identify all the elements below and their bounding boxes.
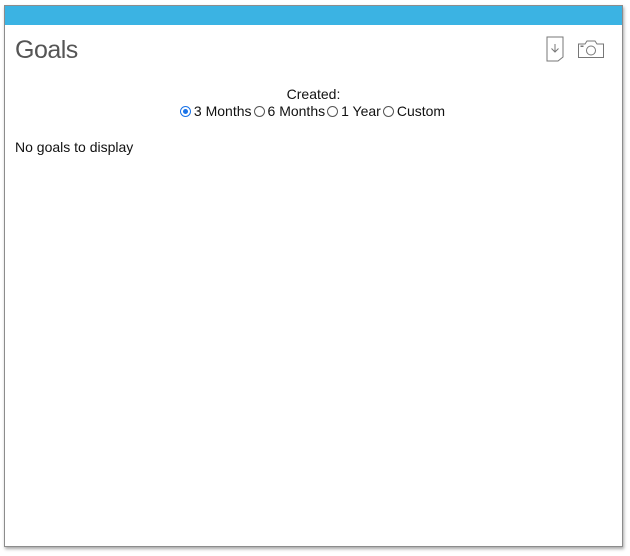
radio-button[interactable] — [327, 105, 339, 117]
empty-state-message: No goals to display — [15, 139, 134, 155]
radio-option-custom[interactable]: Custom — [382, 102, 446, 120]
radio-option-3-months[interactable]: 3 Months — [179, 102, 252, 120]
radio-button[interactable] — [179, 105, 191, 117]
download-icon[interactable] — [545, 36, 565, 67]
radio-button[interactable] — [382, 105, 394, 117]
created-filter: Created: 3 Months 6 Months 1 Year Custom — [5, 86, 622, 120]
radio-option-6-months[interactable]: 6 Months — [253, 102, 326, 120]
radio-group: 3 Months 6 Months 1 Year Custom — [179, 102, 447, 120]
camera-icon[interactable] — [577, 39, 605, 64]
header-bar — [5, 6, 622, 25]
radio-label: Custom — [396, 103, 446, 119]
filter-label: Created: — [286, 86, 341, 102]
goals-panel: Goals Created: 3 Months 6 Months 1 Year … — [4, 5, 623, 547]
radio-label: 1 Year — [341, 103, 381, 119]
radio-button[interactable] — [253, 105, 265, 117]
panel-title: Goals — [15, 36, 78, 64]
radio-label: 3 Months — [193, 103, 252, 119]
radio-option-1-year[interactable]: 1 Year — [327, 102, 381, 120]
radio-label: 6 Months — [267, 103, 326, 119]
